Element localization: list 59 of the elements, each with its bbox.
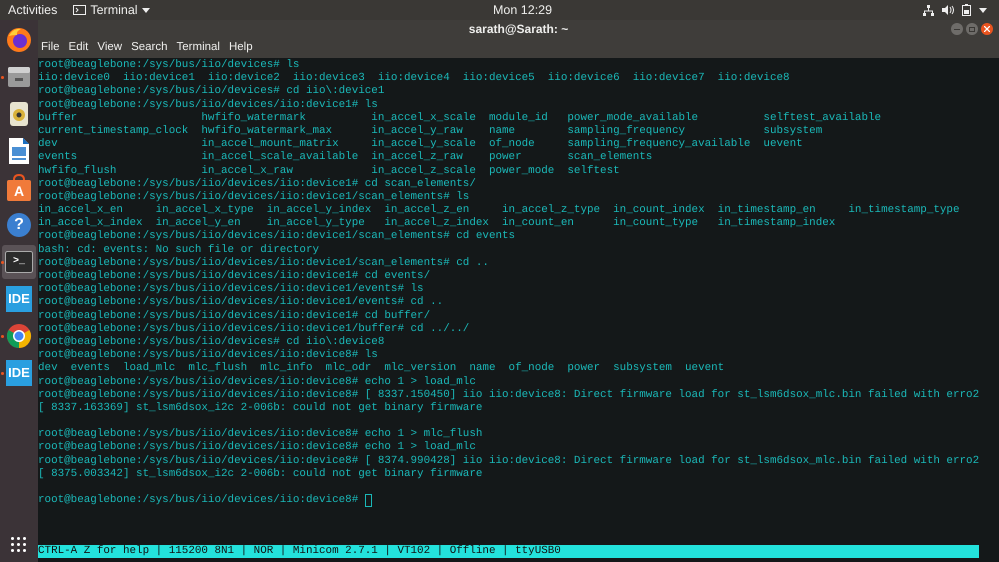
terminal-line: root@beaglebone:/sys/bus/iio/devices/iio:device1# ls [38,98,378,112]
terminal-line: root@beaglebone:/sys/bus/iio/devices/iio:device8# echo 1 > load_mlc [38,441,476,455]
terminal-line: root@beaglebone:/sys/bus/iio/devices/iio:device1/scan_elements# cd events [38,230,516,244]
menu-item[interactable]: File [41,39,60,57]
terminal-line: root@beaglebone:/sys/bus/iio/devices/iio:device1/events# cd .. [38,296,444,310]
menu-item[interactable]: Search [131,39,168,57]
terminal-line: root@beaglebone:/sys/bus/iio/devices/iio:device1/scan_elements# ls [38,190,470,204]
terminal-line: root@beaglebone:/sys/bus/iio/devices/iio:device1# cd buffer/ [38,310,430,323]
caret-icon[interactable] [979,8,987,12]
caret-icon [142,8,150,12]
document-icon [8,137,30,165]
terminal-line: in_accel_x_index in_accel_y_en in_accel_y_type in_accel_z_index in_count_en in_count_type in_timestamp_index [38,217,836,230]
clock[interactable]: Mon 12:29 [493,0,552,20]
close-icon [984,26,990,32]
terminal-line: root@beaglebone:/sys/bus/iio/devices# cd iio\:device8 [38,336,384,349]
terminal-line: root@beaglebone:/sys/bus/iio/devices/iio:device1# cd scan_elements/ [38,178,476,191]
browser-icon [6,27,32,53]
terminal-line: in_accel_x_en in_accel_x_type in_accel_y_index in_accel_z_en in_accel_z_type in_count_index in_timestamp_en in_timestamp_type [38,204,960,217]
terminal-line: root@beaglebone:/sys/bus/iio/devices/iio:device1/buffer# cd ../../ [38,322,470,336]
terminal-line: [ 8375.003342] st_lsm6dsox_i2c 2-006b: could not get binary firmware [38,468,482,482]
terminal-line: root@beaglebone:/sys/bus/iio/devices/iio:device8# [ 8374.990428] iio iio:device8: Direct firmware load for st_lsm6dsox_mlc.bin failed with erro2 [38,454,980,468]
terminal-line: bash: cd: events: No such file or directory [38,244,320,257]
terminal-line: [ 8337.163369] st_lsm6dsox_i2c 2-006b: could not get binary firmware [38,402,482,416]
terminal-line: buffer hwfifo_watermark in_accel_x_scale module_id power_mode_available selftest_available [38,112,882,125]
volume-icon[interactable] [942,5,954,15]
menu-item[interactable]: View [97,39,122,57]
status-bar: CTRL-A Z for help | 115200 8N1 | NOR | Minicom 2.7.1 | VT102 | Offline | ttyUSB0 [38,545,979,558]
terminal-line: root@beaglebone:/sys/bus/iio/devices/iio:device8# echo 1 > load_mlc [38,376,476,389]
app-grid-icon[interactable] [11,537,26,552]
terminal-line: root@beaglebone:/sys/bus/iio/devices/iio:device1/scan_elements# cd .. [38,256,489,270]
terminal-line: current_timestamp_clock hwfifo_watermark_max in_accel_y_raw name sampling_frequency subsystem [38,124,822,138]
menu-item[interactable]: Help [228,39,253,57]
terminal-line: root@beaglebone:/sys/bus/iio/devices# ls [38,59,300,72]
terminal-icon: >_ [5,251,33,273]
terminal-line: root@beaglebone:/sys/bus/iio/devices/iio:device1/events# ls [38,283,424,296]
terminal-line: root@beaglebone:/sys/bus/iio/devices/iio:device8# echo 1 > mlc_flush [38,428,482,441]
terminal-line: dev in_accel_mount_matrix in_accel_y_scale of_node sampling_frequency_available uevent [38,138,803,151]
network-icon[interactable] [923,4,934,16]
terminal-line: root@beaglebone:/sys/bus/iio/devices/iio:device8# [38,494,360,508]
drawer-icon [6,64,32,90]
app-menu[interactable]: Terminal [73,0,150,20]
window-title: sarath@Sarath: ~ [468,21,568,38]
terminal-line: iio:device0 iio:device1 iio:device2 iio:device3 iio:device4 iio:device5 iio:device6 iio:device7 iio:device8 [38,72,790,85]
terminal-line: events in_accel_scale_available in_accel_z_raw power scan_elements [38,151,652,165]
terminal-line: root@beaglebone:/sys/bus/iio/devices/iio:device8# [ 8337.150450] iio iio:device8: Direct firmware load for st_lsm6dsox_mlc.bin failed with erro2 [38,388,980,402]
menu-item[interactable]: Edit [68,39,88,57]
terminal-line: root@beaglebone:/sys/bus/iio/devices/iio:device8# ls [38,349,378,362]
terminal-line: root@beaglebone:/sys/bus/iio/devices# cd iio\:device1 [38,85,384,99]
activities-button[interactable]: Activities [8,0,58,20]
terminal-line: dev events load_mlc mlc_flush mlc_info mlc_odr mlc_version name of_node power subsystem uevent [38,362,724,376]
battery-icon[interactable] [962,4,971,16]
browser-icon [6,323,32,349]
dock-item[interactable]: >_ [2,245,36,279]
close-button[interactable] [981,23,993,35]
speaker-icon [8,101,30,127]
terminal-line: hwfifo_flush in_accel_x_raw in_accel_z_scale power_mode selftest [38,164,620,178]
terminal-icon [73,5,86,15]
menu-item[interactable]: Terminal [176,39,220,57]
terminal-line: root@beaglebone:/sys/bus/iio/devices/iio:device1# cd events/ [38,270,430,283]
